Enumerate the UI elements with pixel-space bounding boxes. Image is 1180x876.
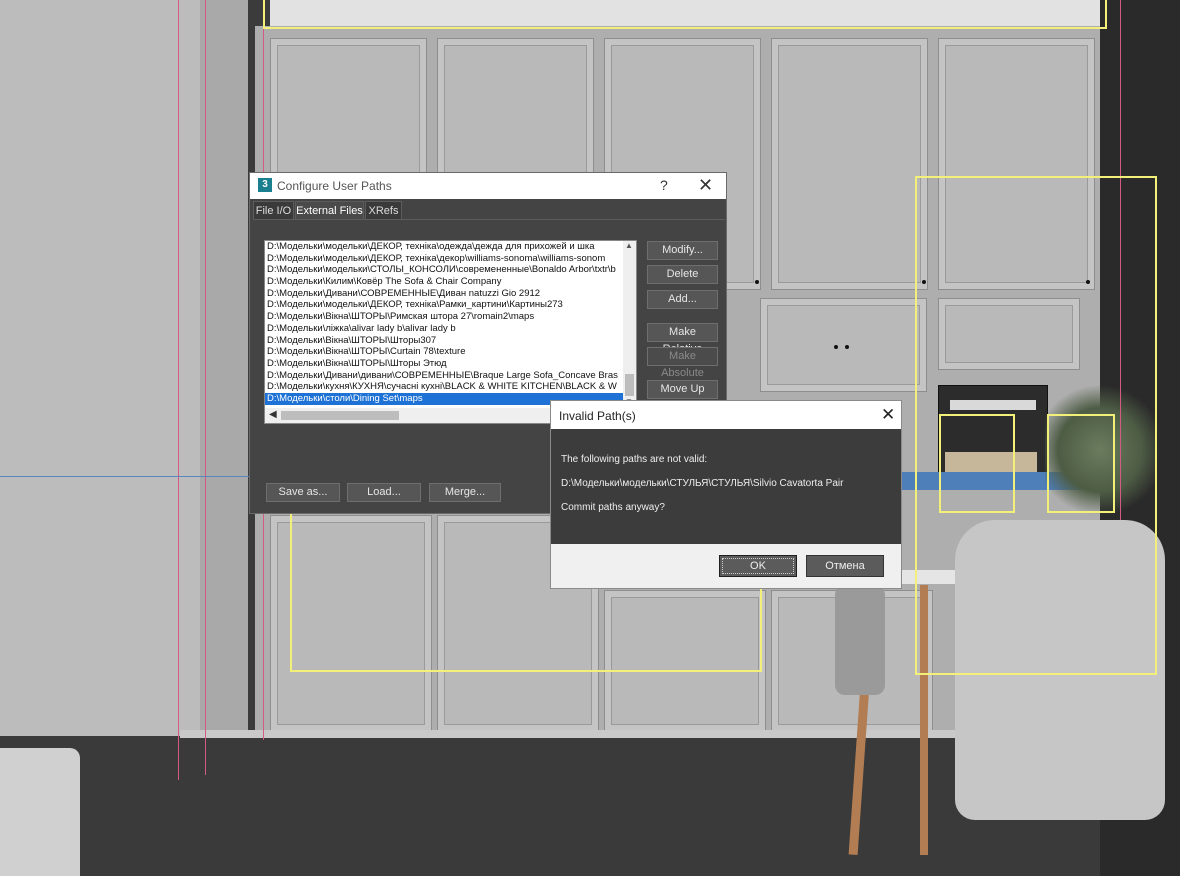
dialog-title: Invalid Path(s) [559, 409, 636, 423]
chair-left [835, 585, 885, 695]
path-row[interactable]: D:\Модельки\Вікна\ШТОРЫ\Шторы Этюд [265, 358, 623, 370]
scrollbar-thumb[interactable] [625, 374, 634, 396]
path-row[interactable]: D:\Модельки\Дивани\дивани\СОВРЕМЕННЫЕ\Br… [265, 370, 623, 382]
upper-cabinet [771, 38, 928, 290]
path-row[interactable]: D:\Модельки\Вікна\ШТОРЫ\Curtain 78\textu… [265, 346, 623, 358]
path-row[interactable]: D:\Модельки\Килим\Ковёр The Sofa & Chair… [265, 276, 623, 288]
close-icon[interactable]: ✕ [698, 175, 713, 196]
tab-file-io[interactable]: File I/O [253, 201, 294, 220]
selection-outline [939, 414, 1015, 513]
ok-button[interactable]: OK [719, 555, 797, 577]
dialog-footer: OK Отмена [551, 544, 901, 588]
tab-external-files[interactable]: External Files [295, 201, 364, 220]
external-paths-list[interactable]: D:\Модельки\модельки\ДЕКОР, техніка\одеж… [264, 240, 637, 424]
path-row[interactable]: D:\Модельки\модельки\ДЕКОР, техніка\деко… [265, 253, 623, 265]
vertical-scrollbar[interactable]: ▲ ▼ [623, 241, 636, 408]
dialog-titlebar[interactable]: 3 Configure User Paths ? ✕ [250, 173, 726, 199]
scroll-left-icon[interactable]: ◀ [269, 409, 277, 420]
delete-button[interactable]: Delete [647, 265, 718, 284]
selection-outline [1047, 414, 1115, 513]
make-relative-button[interactable]: Make Relative [647, 323, 718, 355]
make-absolute-button[interactable]: Make Absolute [647, 347, 718, 379]
add-button[interactable]: Add... [647, 290, 718, 309]
path-row[interactable]: D:\Модельки\Вікна\ШТОРЫ\Шторы307 [265, 335, 623, 347]
mid-cabinet [760, 298, 927, 392]
dialog-title: Configure User Paths [277, 179, 392, 193]
close-icon[interactable]: ✕ [881, 405, 895, 425]
left-wall-shadow [200, 0, 248, 760]
save-as-button[interactable]: Save as... [266, 483, 340, 502]
path-rows: D:\Модельки\модельки\ДЕКОР, техніка\одеж… [265, 241, 623, 408]
merge-button[interactable]: Merge... [429, 483, 501, 502]
modify-button[interactable]: Modify... [647, 241, 718, 260]
move-up-button[interactable]: Move Up [647, 380, 718, 399]
guide-line [205, 0, 206, 775]
invalid-paths-dialog: Invalid Path(s) ✕ The following paths ar… [550, 400, 902, 589]
path-row[interactable]: D:\Модельки\ліжка\alivar lady b\alivar l… [265, 323, 623, 335]
load-button[interactable]: Load... [347, 483, 421, 502]
confirm-question: Commit paths anyway? [561, 502, 665, 513]
tab-xrefs[interactable]: XRefs [365, 201, 402, 220]
path-row[interactable]: D:\Модельки\Дивани\СОВРЕМЕННЫЕ\Диван nat… [265, 288, 623, 300]
path-row[interactable]: D:\Модельки\Вікна\ШТОРЫ\Римская штора 27… [265, 311, 623, 323]
path-row[interactable]: D:\Модельки\модельки\ДЕКОР, техніка\Рамк… [265, 299, 623, 311]
path-row[interactable]: D:\Модельки\модельки\ДЕКОР, техніка\одеж… [265, 241, 623, 253]
help-icon[interactable]: ? [660, 177, 668, 193]
scroll-up-icon[interactable]: ▲ [625, 241, 633, 250]
cabinet-knob [755, 280, 759, 284]
cabinet-knob [845, 345, 849, 349]
guide-line [178, 0, 179, 780]
axis-line [0, 476, 250, 477]
cabinet-knob [834, 345, 838, 349]
path-row[interactable]: D:\Модельки\модельки\СТОЛЫ_КОНСОЛИ\совре… [265, 264, 623, 276]
scrollbar-thumb[interactable] [281, 411, 399, 420]
message-line: The following paths are not valid: [561, 454, 708, 465]
tab-divider [253, 219, 725, 220]
path-row[interactable]: D:\Модельки\кухня\КУХНЯ\сучасні кухні\BL… [265, 381, 623, 393]
selection-outline [263, 0, 1107, 29]
dialog-titlebar[interactable]: Invalid Path(s) ✕ [551, 401, 901, 429]
invalid-path-text: D:\Модельки\модельки\СТУЛЬЯ\СТУЛЬЯ\Silvi… [561, 478, 844, 489]
3dsmax-app-icon: 3 [258, 178, 272, 192]
sofa [0, 748, 80, 876]
cancel-button[interactable]: Отмена [806, 555, 884, 577]
